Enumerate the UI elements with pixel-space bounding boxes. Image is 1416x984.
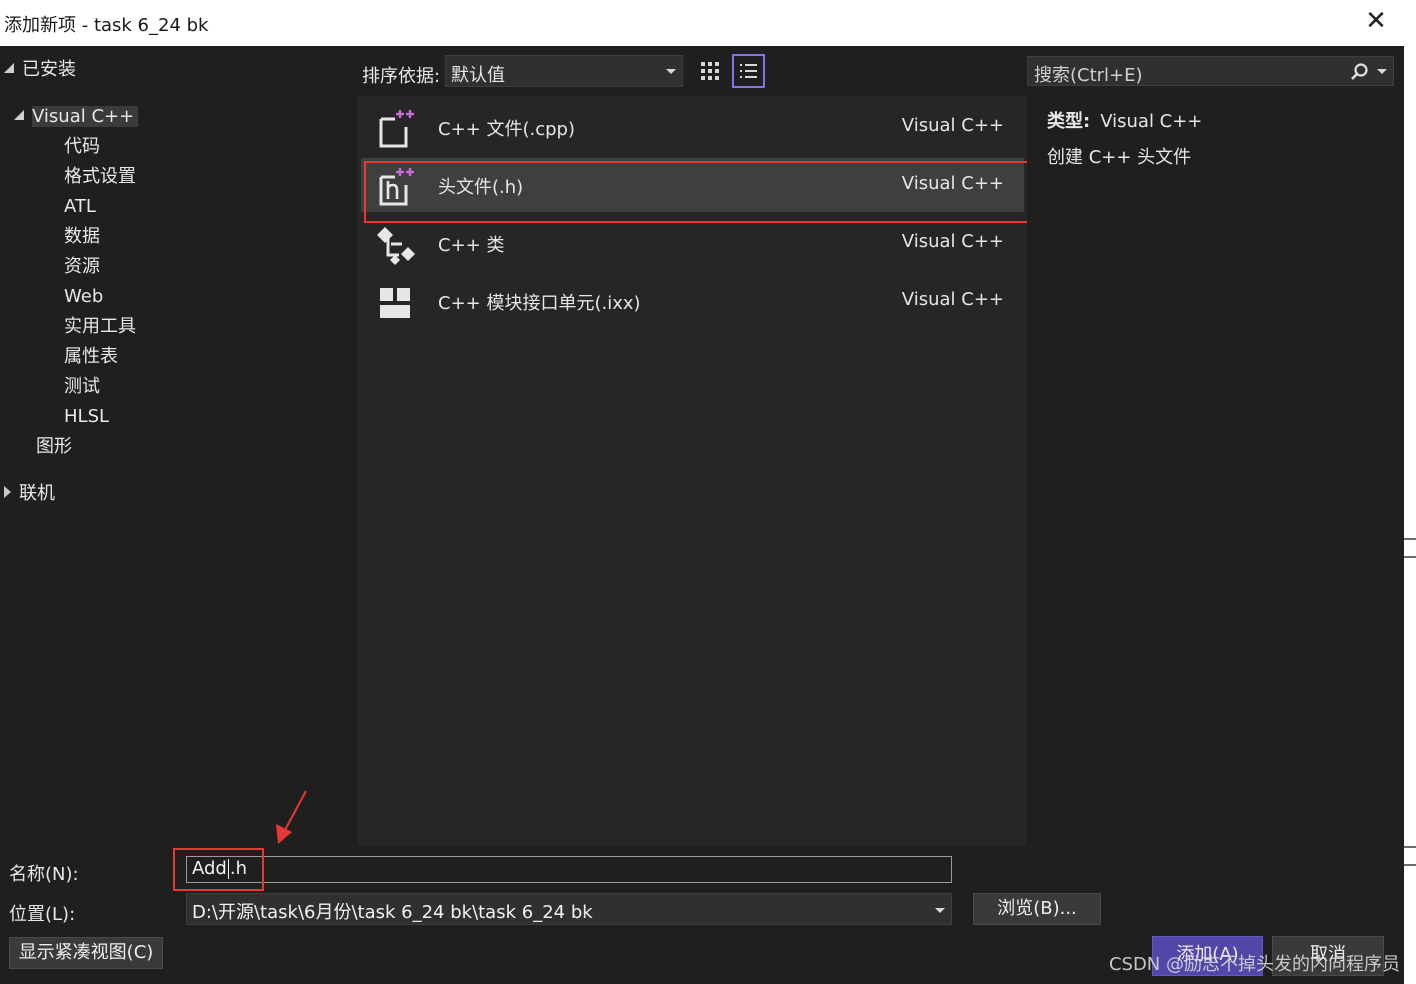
window-title: 添加新项 - task 6_24 bk xyxy=(4,15,209,36)
tree-item-test[interactable]: 测试 xyxy=(64,373,100,401)
template-name: C++ 类 xyxy=(438,235,505,256)
details-pane: 类型: Visual C++ 创建 C++ 头文件 xyxy=(1027,96,1404,846)
search-icon[interactable] xyxy=(1349,62,1369,82)
collapse-triangle-icon[interactable] xyxy=(14,110,24,120)
sort-dropdown[interactable]: 默认值 xyxy=(445,55,683,87)
right-edge-strip xyxy=(1404,0,1416,984)
search-options-chevron-icon[interactable] xyxy=(1377,69,1387,74)
tree-node-online[interactable]: 联机 xyxy=(4,480,55,508)
name-input[interactable]: Add .h xyxy=(186,856,952,883)
list-view-button[interactable] xyxy=(732,54,765,88)
annotation-arrow-icon xyxy=(276,790,307,844)
location-value: D:\开源\task\6月份\task 6_24 bk\task 6_24 bk xyxy=(192,902,593,923)
collapse-triangle-icon[interactable] xyxy=(4,63,14,73)
sort-label: 排序依据: xyxy=(362,66,441,87)
grid-view-icon xyxy=(701,62,719,80)
sort-value: 默认值 xyxy=(451,65,505,86)
list-item-module-interface[interactable]: C++ 模块接口单元(.ixx) Visual C++ xyxy=(361,274,1024,328)
list-item-cpp-class[interactable]: C++ 类 Visual C++ xyxy=(361,216,1024,270)
tree-node-label-selected: Visual C++ xyxy=(32,106,139,127)
tree-item-property-sheets[interactable]: 属性表 xyxy=(64,343,118,371)
tree-item-hlsl[interactable]: HLSL xyxy=(64,403,109,431)
tree-item-atl[interactable]: ATL xyxy=(64,193,96,221)
highlight-box-header-file xyxy=(364,161,1033,223)
name-label: 名称(N): xyxy=(9,864,79,885)
tree-item-formatting[interactable]: 格式设置 xyxy=(64,163,136,191)
cpp-file-icon xyxy=(379,110,414,148)
tree-item-data[interactable]: 数据 xyxy=(64,223,100,251)
details-type-row: 类型: Visual C++ xyxy=(1047,107,1202,133)
title-bar: 添加新项 - task 6_24 bk ✕ xyxy=(0,0,1404,46)
tree-node-installed[interactable]: 已安装 xyxy=(4,56,76,84)
tree-item-code[interactable]: 代码 xyxy=(64,133,100,161)
list-view-icon xyxy=(740,64,757,78)
chevron-down-icon xyxy=(935,908,945,913)
module-icon xyxy=(380,288,410,318)
location-dropdown[interactable]: D:\开源\task\6月份\task 6_24 bk\task 6_24 bk xyxy=(186,893,952,925)
details-type-label: 类型: xyxy=(1047,111,1091,132)
watermark: CSDN @励志不掉头发的内向程序员 xyxy=(1108,954,1400,975)
search-input[interactable]: 搜索(Ctrl+E) xyxy=(1027,56,1394,86)
details-type-value: Visual C++ xyxy=(1100,111,1203,132)
location-label: 位置(L): xyxy=(9,904,76,925)
list-item-cpp-file[interactable]: C++ 文件(.cpp) Visual C++ xyxy=(361,100,1024,154)
template-type: Visual C++ xyxy=(901,231,1004,252)
toolbar: 排序依据: 默认值 搜索(Ctrl+E) xyxy=(356,46,1404,96)
compact-view-button[interactable]: 显示紧凑视图(C) xyxy=(9,937,163,969)
tree-item-utility[interactable]: 实用工具 xyxy=(64,313,136,341)
tree-node-visual-cpp[interactable]: Visual C++ xyxy=(14,103,139,131)
tree-item-web[interactable]: Web xyxy=(64,283,103,311)
expand-triangle-icon[interactable] xyxy=(4,486,11,498)
cpp-class-icon xyxy=(377,227,415,265)
template-type: Visual C++ xyxy=(901,289,1004,310)
template-name: C++ 模块接口单元(.ixx) xyxy=(438,293,641,314)
template-type: Visual C++ xyxy=(901,115,1004,136)
details-description: 创建 C++ 头文件 xyxy=(1047,147,1192,168)
search-placeholder: 搜索(Ctrl+E) xyxy=(1034,65,1143,86)
grid-view-button[interactable] xyxy=(694,55,726,87)
tree-item-graphics[interactable]: 图形 xyxy=(36,433,72,461)
template-name: C++ 文件(.cpp) xyxy=(438,119,575,140)
chevron-down-icon xyxy=(666,69,676,74)
highlight-box-name-input xyxy=(173,848,264,891)
tree-item-resources[interactable]: 资源 xyxy=(64,253,100,281)
category-tree: 已安装 Visual C++ 代码 格式设置 ATL 数据 资源 Web 实用工… xyxy=(0,46,356,850)
browse-button[interactable]: 浏览(B)... xyxy=(973,893,1101,925)
close-icon[interactable]: ✕ xyxy=(1362,8,1390,36)
